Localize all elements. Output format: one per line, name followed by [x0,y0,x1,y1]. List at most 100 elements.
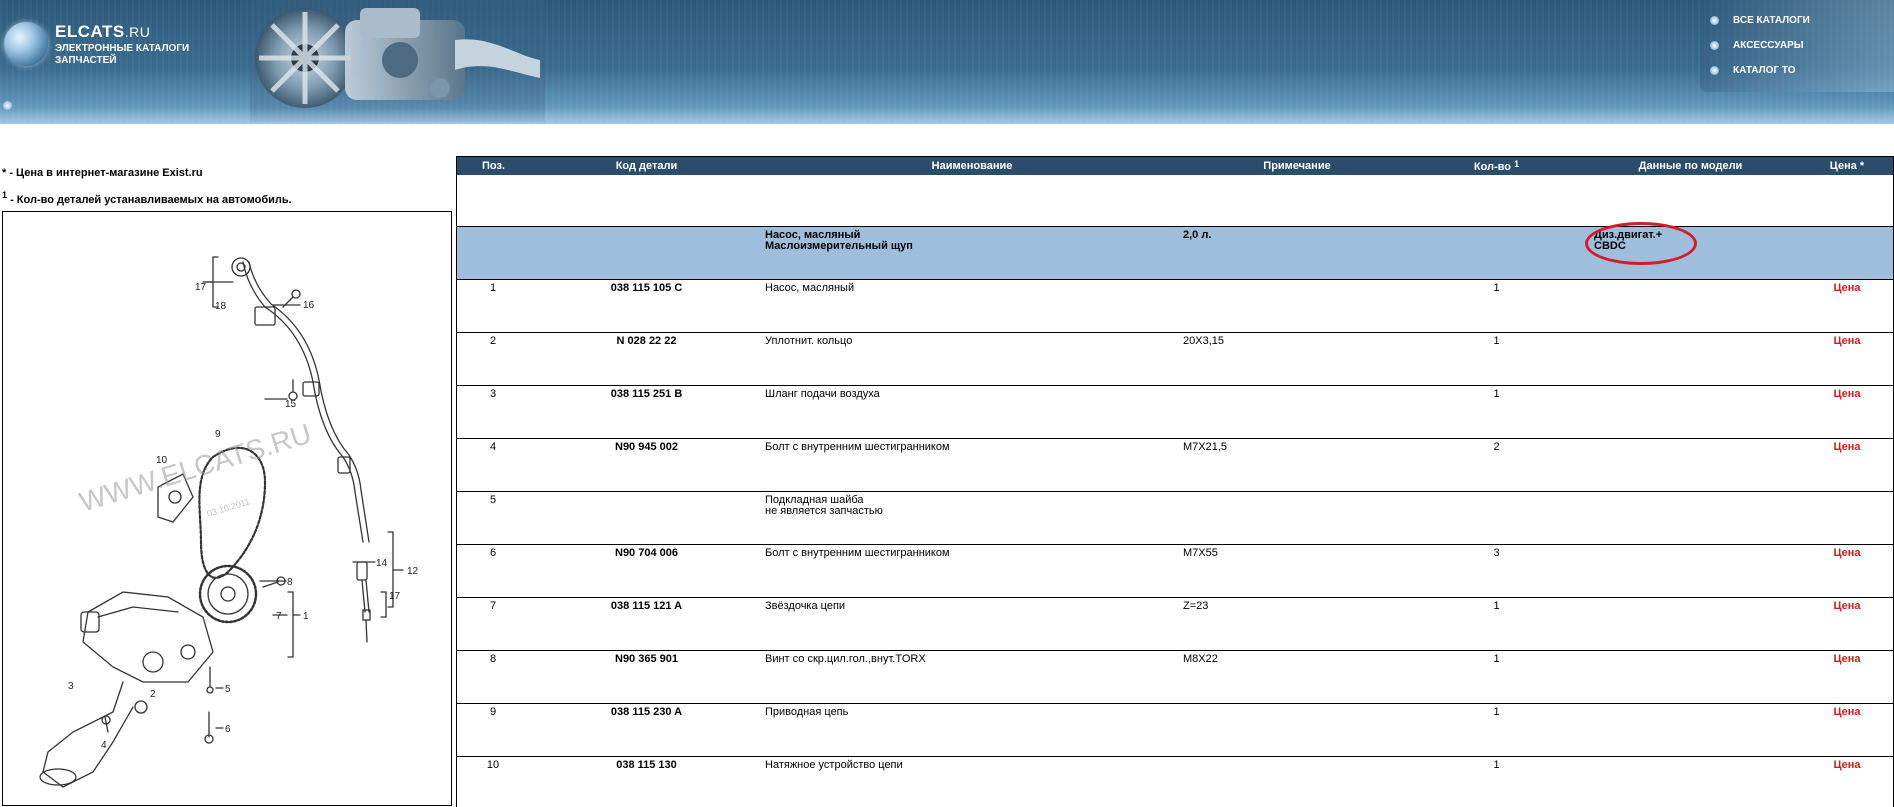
callout-2[interactable]: 2 [150,689,156,700]
price-link[interactable]: Цена [1833,547,1860,559]
cell-qty [1413,491,1580,545]
callout-15[interactable]: 15 [285,399,297,410]
group-header-row: Насос, масляный Маслоизмерительный щуп 2… [457,221,1893,280]
cell-note: 20X3,15 [1181,332,1413,386]
menu-item-all-catalogs[interactable]: ВСЕ КАТАЛОГИ [1710,11,1810,29]
callout-17-top[interactable]: 17 [195,282,207,293]
group-qty [1413,225,1580,280]
group-code [530,225,763,280]
header-model: Данные по модели [1580,157,1801,175]
cell-part-code[interactable]: 038 115 130 [530,756,763,807]
header-name: Наименование [763,157,1181,175]
callout-7[interactable]: 7 [276,611,282,622]
cell-price [1801,491,1893,545]
cell-qty: 1 [1413,332,1580,386]
callout-14[interactable]: 14 [376,558,388,569]
cell-part-name: Подкладная шайба не является запчастью [763,491,1181,545]
brand-tagline-1: ЭЛЕКТРОННЫЕ КАТАЛОГИ [55,43,190,54]
cell-part-code[interactable]: 038 115 230 A [530,703,763,757]
table-row[interactable]: 3 038 115 251 B Шланг подачи воздуха 1 Цена [457,385,1893,439]
part-name-text: Звёздочка цепи [765,599,846,612]
callout-9[interactable]: 9 [215,429,221,440]
cell-qty: 2 [1413,438,1580,492]
cell-pos: 6 [457,544,530,598]
cell-pos: 4 [457,438,530,492]
cell-part-code[interactable]: 038 115 251 B [530,385,763,439]
table-row[interactable]: 1 038 115 105 C Насос, масляный 1 Цена [457,279,1893,333]
table-row[interactable]: 8 N90 365 901 Винт со скр.цил.гол.,внут.TO… [457,650,1893,704]
brand-tld: .RU [124,24,151,40]
cell-price: Цена [1801,385,1893,439]
cell-part-code[interactable]: N 028 22 22 [530,332,763,386]
table-row[interactable]: 9 038 115 230 A Приводная цепь 1 Цена [457,703,1893,757]
menu-item-label: КАТАЛОГ ТО [1733,64,1796,76]
callout-1[interactable]: 1 [303,611,309,622]
cell-qty: 1 [1413,650,1580,704]
callout-18[interactable]: 18 [215,301,227,312]
callout-8[interactable]: 8 [287,577,293,588]
table-row[interactable]: 6 N90 704 006 Болт с внутренним шестигранн… [457,544,1893,598]
cell-part-code[interactable]: 038 115 121 A [530,597,763,651]
header-price: Цена * [1801,157,1893,175]
parts-diagram[interactable]: WWW.ELCATS.RU 03.10.2011 17 18 16 15 9 1… [2,211,452,806]
header-qty-sup: 1 [1514,159,1520,169]
group-model: Диз.двигат.+ CBDC [1580,221,1801,280]
cell-part-code[interactable]: N90 704 006 [530,544,763,598]
cell-price: Цена [1801,703,1893,757]
callout-4[interactable]: 4 [101,740,107,751]
part-name-text: Натяжное устройство цепи [765,758,903,771]
price-link[interactable]: Цена [1833,706,1860,718]
cell-note [1181,703,1413,757]
cell-price: Цена [1801,597,1893,651]
cell-part-code[interactable]: N90 365 901 [530,650,763,704]
table-row[interactable]: 5 Подкладная шайба не является запчастью [457,491,1893,545]
group-note: 2,0 л. [1181,225,1413,280]
globe-logo-icon[interactable] [4,22,48,66]
cell-model-data [1580,385,1801,439]
part-name-text: Приводная цепь [765,705,849,718]
cell-part-name: Винт со скр.цил.гол.,внут.TORX [763,650,1181,704]
price-link[interactable]: Цена [1833,441,1860,453]
price-link[interactable]: Цена [1833,282,1860,294]
callout-6[interactable]: 6 [225,724,231,735]
price-link[interactable]: Цена [1833,388,1860,400]
cell-part-code[interactable] [530,491,763,545]
cell-model-data [1580,703,1801,757]
header-code: Код детали [530,157,763,175]
price-link[interactable]: Цена [1833,600,1860,612]
cell-part-code[interactable]: 038 115 105 C [530,279,763,333]
callout-17-bottom[interactable]: 17 [389,591,401,602]
brand-logo[interactable]: ELCATS.RU ЭЛЕКТРОННЫЕ КАТАЛОГИ ЗАПЧАСТЕЙ [55,22,189,66]
table-row[interactable]: 7 038 115 121 A Звёздочка цепи Z=23 1 Цена [457,597,1893,651]
table-row[interactable]: 10 038 115 130 Натяжное устройство цепи 1 Це… [457,756,1893,807]
cell-pos: 10 [457,756,530,807]
header-qty: Кол-во 1 [1413,157,1580,175]
callout-16[interactable]: 16 [303,300,315,311]
callout-3[interactable]: 3 [68,681,74,692]
group-name-line1: Насос, масляный [765,228,861,241]
callout-12[interactable]: 12 [407,566,419,577]
price-link[interactable]: Цена [1833,653,1860,665]
quantity-note: 1 - Кол-во деталей устанавливаемых на ав… [2,186,292,208]
cell-model-data [1580,597,1801,651]
menu-item-maintenance-catalog[interactable]: КАТАЛОГ ТО [1710,61,1796,79]
bullet-icon [1710,40,1719,50]
table-row[interactable]: 2N 028 22 22 Уплотнит. кольцо 20X3,15 1 Цена [457,332,1893,386]
price-note: * - Цена в интернет-магазине Exist.ru [2,164,292,186]
group-model-line2: CBDC [1594,239,1626,252]
menu-item-accessories[interactable]: АКСЕССУАРЫ [1710,36,1804,54]
cell-note: M7X55 [1181,544,1413,598]
cell-pos: 9 [457,703,530,757]
cell-price: Цена [1801,438,1893,492]
callout-10[interactable]: 10 [156,455,168,466]
price-link[interactable]: Цена [1833,759,1860,771]
cell-note: M8X22 [1181,650,1413,704]
price-link[interactable]: Цена [1833,335,1860,347]
group-pos [457,225,530,280]
cell-qty: 1 [1413,597,1580,651]
part-name-subtext: не является запчастью [765,504,883,517]
note-text: - Цена в интернет-магазине Exist.ru [6,167,203,179]
cell-part-code[interactable]: N90 945 002 [530,438,763,492]
callout-5[interactable]: 5 [225,684,231,695]
table-row[interactable]: 4 N90 945 002 Болт с внутренним шестигранн… [457,438,1893,492]
